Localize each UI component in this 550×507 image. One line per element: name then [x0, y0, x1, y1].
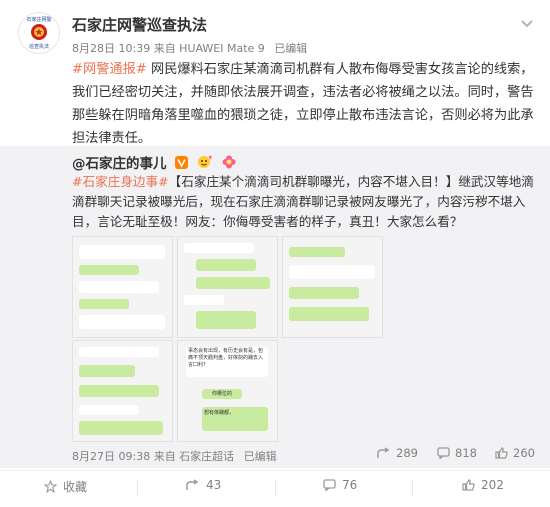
thumbs-up-icon [495, 447, 508, 459]
repost-meta: 8月27日 09:38 来自 石家庄超话 已编辑 [72, 448, 277, 464]
favorite-label: 收藏 [63, 480, 88, 494]
repost-time-source[interactable]: 8月27日 09:38 来自 石家庄超话 [72, 450, 234, 463]
image-thumbnail-2[interactable] [177, 236, 278, 338]
repost-like-number: 260 [513, 446, 535, 460]
toolbar-divider [137, 480, 138, 496]
emoji-icon [197, 155, 213, 173]
post-text: #网警通报# 网民爆料石家庄某滴滴司机群有人散布侮辱受害女孩言论的线索，我们已经… [72, 58, 534, 150]
post-time-source[interactable]: 8月28日 10:39 来自 HUAWEI Mate 9 [72, 42, 265, 55]
chat-reply-2: 想有傢踐都， [202, 407, 268, 431]
image-thumbnail-5[interactable]: 事态会有出现，有历史会有是，包痛不顶天戳判盘，好傢劍的踐去入言口利? 你哪位的 … [177, 340, 278, 442]
repost-comment-number: 818 [455, 446, 477, 460]
comment-button[interactable]: 76 [323, 478, 357, 492]
repost-button[interactable]: 43 [186, 478, 221, 492]
flower-badge-icon [222, 155, 236, 173]
chat-reply-1: 你哪位的 [202, 389, 242, 399]
author-name[interactable]: 石家庄网警巡查执法 [72, 14, 207, 35]
share-icon [186, 479, 199, 490]
toolbar-divider [412, 480, 413, 496]
avatar-text-top: 石家庄网警 [26, 17, 52, 23]
image-thumbnail-4[interactable] [72, 340, 173, 442]
repost-comment-count[interactable]: 818 [437, 446, 477, 460]
repost-edited-label: 已编辑 [243, 450, 277, 463]
toolbar-divider [275, 480, 276, 496]
thumbs-up-icon [462, 479, 475, 491]
image-thumbnail-1[interactable] [72, 236, 173, 338]
comment-icon [323, 479, 336, 491]
chevron-down-icon[interactable] [518, 14, 536, 32]
like-count: 202 [481, 478, 504, 492]
image-thumbnail-3[interactable] [282, 236, 383, 338]
repost-author-name[interactable]: @石家庄的事儿 [72, 156, 167, 172]
repost-share-count[interactable]: 289 [377, 446, 418, 460]
chat-bubble-text: 事态会有出现，有历史会有是，包痛不顶天戳判盘，好傢劍的踐去入言口利? [186, 347, 268, 377]
repost-author: @石家庄的事儿 [72, 152, 236, 173]
like-button[interactable]: 202 [462, 478, 504, 492]
repost-like-count[interactable]: 260 [495, 446, 535, 460]
repost-text: #石家庄身边事#【石家庄某个滴滴司机群聊曝光，内容不堪入目！】继武汉等地滴滴群聊… [72, 172, 534, 232]
avatar[interactable]: 石家庄网警 巡查执法 [18, 12, 60, 54]
repost-share-number: 289 [396, 446, 418, 460]
comment-icon [437, 447, 450, 459]
post-hashtag[interactable]: #网警通报# [72, 62, 147, 77]
favorite-button[interactable]: 收藏 [44, 478, 87, 495]
star-icon [44, 480, 57, 493]
repost-count: 43 [206, 478, 222, 492]
verified-v-icon [175, 155, 189, 173]
repost-hashtag[interactable]: #石家庄身边事# [72, 174, 169, 189]
post-meta: 8月28日 10:39 来自 HUAWEI Mate 9 已编辑 [72, 40, 307, 56]
avatar-text-bottom: 巡查执法 [28, 44, 49, 50]
comment-count: 76 [342, 478, 358, 492]
share-icon [377, 447, 390, 458]
edited-label: 已编辑 [274, 42, 308, 55]
